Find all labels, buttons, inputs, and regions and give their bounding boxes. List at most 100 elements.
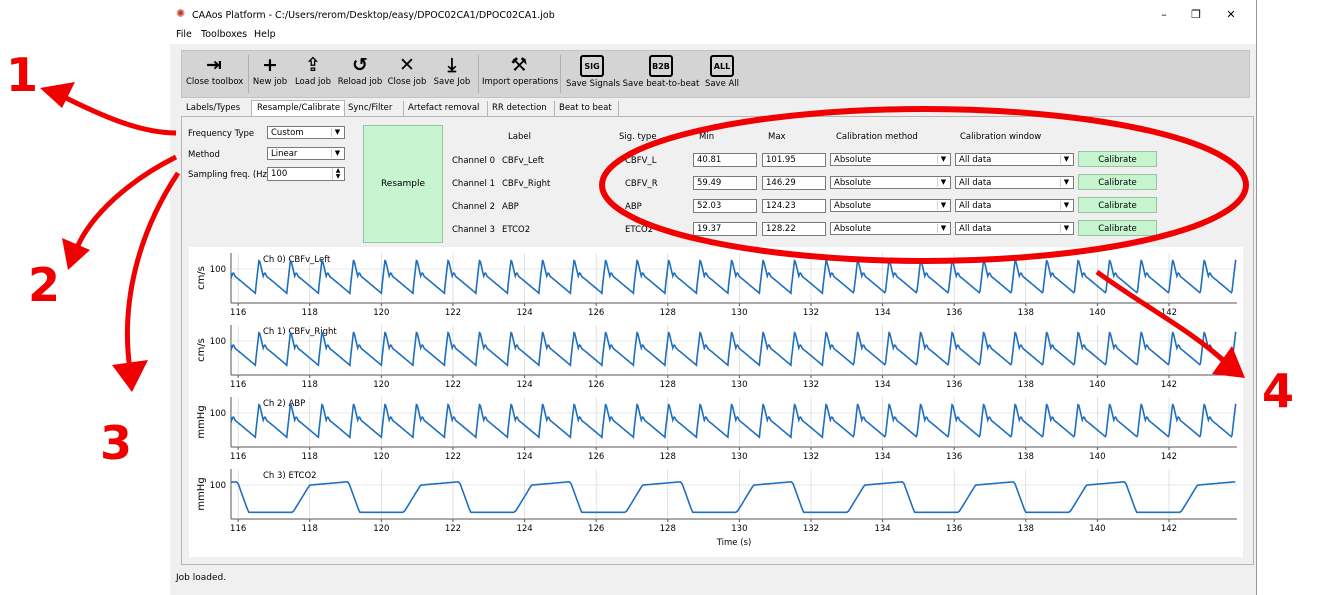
x-tick-label: 120: [373, 308, 389, 318]
toolbar: ⇥ Close toolbox + New job ⇪ Load job ↺ Reload j…: [181, 50, 1250, 98]
toolbar-button-label: Save beat-to-beat: [622, 79, 700, 89]
x-tick-label: 126: [588, 308, 604, 318]
app-window: ✺ CAAos Platform - C:/Users/rerom/Deskto…: [170, 0, 1257, 595]
sampling-freq-spinbox[interactable]: 100 ▲ ▼: [267, 167, 345, 181]
tab-artefact-removal[interactable]: Artefact removal: [403, 101, 488, 116]
x-tick-label: 126: [588, 452, 604, 462]
toolbar-save-job-button[interactable]: ⤓ Save Job: [431, 53, 473, 95]
x-tick-label: 116: [230, 308, 246, 318]
x-tick-label: 142: [1161, 308, 1177, 318]
toolbar-close-job-button[interactable]: ✕ Close job: [387, 53, 427, 95]
series-line: [230, 331, 1237, 367]
calibration-window-select[interactable]: All data ▼: [955, 153, 1074, 166]
sampling-freq-value: 100: [271, 169, 288, 179]
menu-help[interactable]: Help: [254, 29, 276, 40]
max-field[interactable]: 146.29: [762, 176, 826, 190]
min-field[interactable]: 59.49: [693, 176, 757, 190]
y-tick-label: 100: [210, 337, 226, 347]
channel-name: Channel 1: [452, 179, 496, 189]
close-window-button[interactable]: ✕: [1220, 6, 1242, 24]
x-tick-label: 116: [230, 524, 246, 534]
toolbar-new-job-button[interactable]: + New job: [252, 53, 288, 95]
tab-labels-types[interactable]: Labels/Types: [181, 101, 252, 116]
spin-arrows-icon[interactable]: ▲ ▼: [332, 168, 343, 180]
calibrate-button[interactable]: Calibrate: [1078, 220, 1157, 236]
x-tick-label: 140: [1089, 524, 1105, 534]
chevron-down-icon: ▼: [1060, 224, 1072, 233]
calibration-window-select[interactable]: All data ▼: [955, 199, 1074, 212]
calibration-window-value: All data: [959, 224, 992, 234]
channel-sig-type: ABP: [625, 202, 642, 212]
chart-title: Ch 1) CBFv_Right: [263, 327, 337, 337]
window-title: CAAos Platform - C:/Users/rerom/Desktop/…: [192, 10, 555, 21]
chevron-down-icon: ▼: [1060, 178, 1072, 187]
chevron-down-icon: ▼: [937, 155, 949, 164]
save-b2b-icon: B2B: [649, 55, 673, 77]
tab-sync-filter[interactable]: Sync/Filter: [343, 101, 404, 116]
calibration-method-select[interactable]: Absolute ▼: [830, 199, 951, 212]
calibration-method-select[interactable]: Absolute ▼: [830, 153, 951, 166]
x-tick-label: 128: [660, 308, 676, 318]
min-field[interactable]: 40.81: [693, 153, 757, 167]
max-field[interactable]: 124.23: [762, 199, 826, 213]
min-field[interactable]: 19.37: [693, 222, 757, 236]
toolbar-load-job-button[interactable]: ⇪ Load job: [293, 53, 333, 95]
calibrate-button[interactable]: Calibrate: [1078, 151, 1157, 167]
tab-rr-detection[interactable]: RR detection: [487, 101, 555, 116]
calibrate-button[interactable]: Calibrate: [1078, 197, 1157, 213]
resample-button[interactable]: Resample: [363, 125, 443, 243]
frequency-type-select[interactable]: Custom ▼: [267, 126, 345, 139]
min-field[interactable]: 52.03: [693, 199, 757, 213]
x-tick-label: 136: [946, 308, 962, 318]
y-tick-label: 100: [210, 265, 226, 275]
toolbar-button-label: New job: [252, 77, 288, 87]
annotation-1: 1: [6, 48, 39, 102]
x-tick-label: 138: [1018, 524, 1034, 534]
annotation-4: 4: [1262, 364, 1295, 418]
x-tick-label: 142: [1161, 452, 1177, 462]
y-axis-label: mmHg: [196, 477, 207, 510]
calibration-method-value: Absolute: [834, 178, 872, 188]
tab-beat-to-beat[interactable]: Beat to beat: [554, 101, 619, 116]
signal-plots-svg: 116 118 120 122 124 126 128 130 132 134 136 138 140 1…: [196, 253, 1237, 548]
x-tick-label: 134: [874, 380, 890, 390]
resample-calibrate-panel: Frequency Type Custom ▼ Method Linear ▼ Sa…: [181, 116, 1254, 565]
x-tick-label: 118: [302, 524, 318, 534]
toolbar-separator: [560, 55, 561, 93]
max-field[interactable]: 101.95: [762, 153, 826, 167]
toolbar-button-label: Save All: [704, 79, 740, 89]
method-select[interactable]: Linear ▼: [267, 147, 345, 160]
x-tick-label: 124: [516, 452, 532, 462]
calibration-method-select[interactable]: Absolute ▼: [830, 176, 951, 189]
series-line: [230, 259, 1237, 295]
plus-icon: +: [262, 54, 278, 76]
chevron-down-icon: ▼: [937, 201, 949, 210]
x-tick-label: 124: [516, 380, 532, 390]
max-field[interactable]: 128.22: [762, 222, 826, 236]
channel-name: Channel 2: [452, 202, 496, 212]
col-header-method: Calibration method: [836, 132, 918, 142]
x-tick-label: 132: [803, 308, 819, 318]
toolbar-import-operations-button[interactable]: ⚒ Import operations: [482, 53, 558, 95]
calibration-window-select[interactable]: All data ▼: [955, 222, 1074, 235]
toolbar-save-beat-to-beat-button[interactable]: B2B Save beat-to-beat: [622, 53, 700, 95]
restore-button[interactable]: ❐: [1185, 6, 1207, 24]
minimize-button[interactable]: –: [1153, 6, 1175, 24]
calibrate-button[interactable]: Calibrate: [1078, 174, 1157, 190]
toolbar-reload-job-button[interactable]: ↺ Reload job: [337, 53, 383, 95]
toolbar-close-toolbox-button[interactable]: ⇥ Close toolbox: [186, 53, 243, 95]
sampling-freq-label: Sampling freq. (Hz): [188, 170, 271, 180]
annotation-3: 3: [100, 416, 133, 470]
calibration-window-select[interactable]: All data ▼: [955, 176, 1074, 189]
menu-file[interactable]: File: [176, 29, 192, 40]
channel-sig-type: CBFV_R: [625, 179, 658, 189]
calibration-method-select[interactable]: Absolute ▼: [830, 222, 951, 235]
y-axis-label: mmHg: [196, 405, 207, 438]
toolbar-save-signals-button[interactable]: SIG Save Signals: [566, 53, 620, 95]
calibration-method-value: Absolute: [834, 201, 872, 211]
x-tick-label: 134: [874, 452, 890, 462]
x-tick-label: 122: [445, 380, 461, 390]
x-tick-label: 120: [373, 524, 389, 534]
menu-toolboxes[interactable]: Toolboxes: [201, 29, 247, 40]
toolbar-save-all-button[interactable]: ALL Save All: [704, 53, 740, 95]
